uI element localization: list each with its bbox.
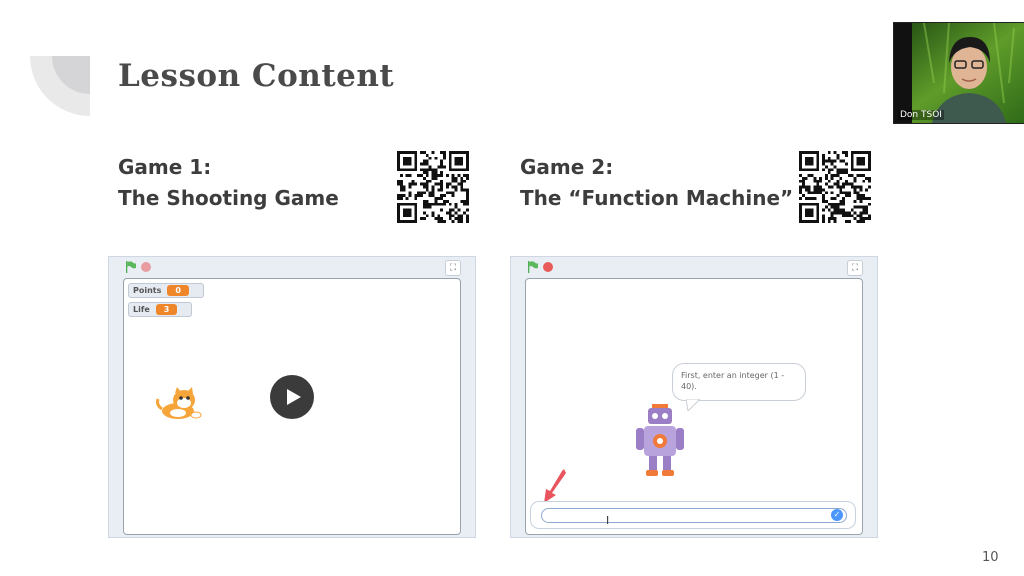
game2-stage-toolbar: ⛶ (511, 257, 877, 277)
decorative-corner-shape (30, 56, 90, 116)
ask-answer-panel: ✓ (530, 501, 856, 529)
game1-heading-line1: Game 1: (118, 155, 212, 179)
robot-sprite (636, 404, 684, 476)
page-number: 10 (982, 550, 999, 565)
red-arrow-annotation (544, 469, 566, 503)
answer-input[interactable] (541, 508, 847, 523)
webcam-feed (894, 23, 1024, 123)
game1-heading-line2: The Shooting Game (118, 186, 339, 210)
game1-qr-code[interactable] (397, 151, 469, 223)
points-monitor: Points 0 (128, 283, 204, 298)
game2-heading-line2: The “Function Machine” (520, 186, 794, 210)
life-monitor-label: Life (133, 305, 150, 314)
game1-scratch-player: ⛶ Points 0 Life 3 (108, 256, 476, 538)
game2-qr-code[interactable] (799, 151, 871, 223)
life-monitor-value: 3 (155, 304, 178, 315)
game1-stage-toolbar: ⛶ (109, 257, 475, 277)
play-button[interactable] (270, 375, 314, 419)
robot-speech-bubble: First, enter an integer (1 - 40). (672, 363, 806, 401)
game1-stage[interactable]: Points 0 Life 3 (123, 278, 461, 535)
slide-title: Lesson Content (118, 58, 395, 94)
text-cursor-icon: I (606, 514, 610, 527)
game2-heading: Game 2: The “Function Machine” (520, 152, 793, 214)
game1-heading: Game 1: The Shooting Game (118, 152, 339, 214)
webcam-video[interactable]: Don TSOI (893, 22, 1024, 124)
play-icon (287, 389, 301, 405)
speech-bubble-tail (686, 399, 700, 411)
game2-scratch-player: ⛶ First, enter an integer (1 - 40). ✓ I (510, 256, 878, 538)
fullscreen-icon[interactable]: ⛶ (847, 260, 863, 276)
webcam-participant-name: Don TSOI (898, 110, 944, 120)
life-monitor: Life 3 (128, 302, 192, 317)
game2-heading-line1: Game 2: (520, 155, 614, 179)
submit-check-icon[interactable]: ✓ (831, 509, 843, 521)
slide: Lesson Content Game 1: The Shooting Game… (0, 0, 1024, 576)
cat-sprite (156, 387, 202, 419)
points-monitor-value: 0 (167, 285, 189, 296)
game2-stage[interactable]: First, enter an integer (1 - 40). ✓ I (525, 278, 863, 535)
green-flag-icon[interactable] (527, 261, 539, 273)
stop-icon[interactable] (141, 262, 151, 272)
green-flag-icon[interactable] (125, 261, 137, 273)
stop-icon[interactable] (543, 262, 553, 272)
fullscreen-icon[interactable]: ⛶ (445, 260, 461, 276)
points-monitor-label: Points (133, 286, 162, 295)
